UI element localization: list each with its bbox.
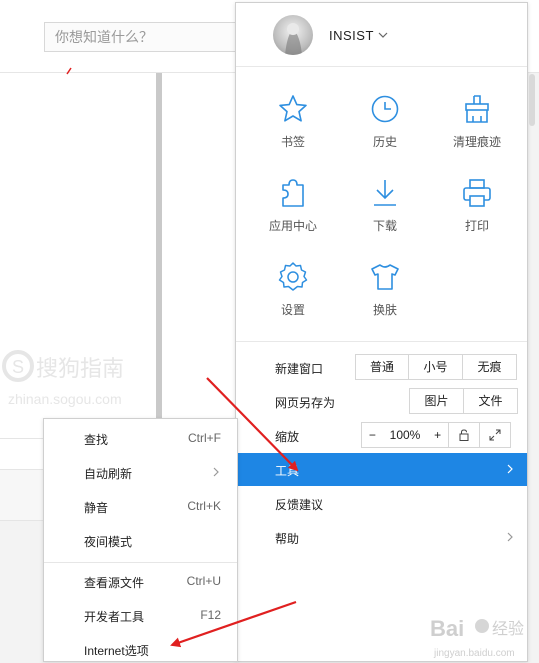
tshirt-icon xyxy=(371,264,399,290)
baidu-watermark: Bai 经验 jingyan.baidu.com xyxy=(430,616,524,659)
submenu-item-auto-refresh[interactable]: 自动刷新 xyxy=(44,456,237,486)
dev-tools-shortcut: F12 xyxy=(200,608,221,622)
history-button[interactable]: 历史 xyxy=(340,93,430,150)
tools-submenu: 查找 Ctrl+F 自动刷新 静音 Ctrl+K 夜间模式 查看源文件 Ctrl… xyxy=(43,418,238,662)
view-source-shortcut: Ctrl+U xyxy=(186,574,221,588)
menu-divider xyxy=(236,341,527,342)
submenu-item-find[interactable]: 查找 Ctrl+F xyxy=(44,422,237,452)
clear-traces-button[interactable]: 清理痕迹 xyxy=(432,93,522,150)
internet-options-label: Internet选项 xyxy=(84,644,149,658)
zoom-row: 缩放 − 100% + xyxy=(236,419,527,452)
sogou-watermark-text: 搜狗指南 xyxy=(36,357,124,382)
zoom-lock-button[interactable] xyxy=(448,423,479,447)
save-page-options: 图片 文件 xyxy=(409,388,518,414)
feedback-label: 反馈建议 xyxy=(275,498,324,512)
clock-icon xyxy=(371,95,399,123)
search-input[interactable]: 你想知道什么？ xyxy=(44,22,244,52)
avatar[interactable] xyxy=(273,15,313,55)
menu-item-feedback[interactable]: 反馈建议 xyxy=(236,487,527,520)
new-window-options: 普通 小号 无痕 xyxy=(355,354,517,380)
new-window-row: 新建窗口 普通 小号 无痕 xyxy=(236,351,527,384)
app-center-label: 应用中心 xyxy=(268,219,317,233)
baidu-watermark-cn: 经验 xyxy=(492,619,524,638)
submenu-item-internet-options[interactable]: Internet选项 xyxy=(44,633,237,663)
menu-item-help[interactable]: 帮助 xyxy=(236,521,527,554)
mute-shortcut: Ctrl+K xyxy=(187,499,221,513)
gear-icon xyxy=(278,262,308,291)
save-as-image-button[interactable]: 图片 xyxy=(410,389,463,413)
menu-item-tools[interactable]: 工具 xyxy=(236,453,527,486)
submenu-item-dev-tools[interactable]: 开发者工具 F12 xyxy=(44,599,237,629)
sogou-watermark-url: zhinan.sogou.com xyxy=(8,391,122,407)
lock-icon xyxy=(459,429,469,441)
chevron-right-icon xyxy=(213,467,219,477)
save-as-file-button[interactable]: 文件 xyxy=(463,389,517,413)
app-center-button[interactable]: 应用中心 xyxy=(248,177,338,234)
zoom-in-button[interactable]: + xyxy=(434,423,441,447)
expand-icon xyxy=(489,429,501,441)
zoom-label: 缩放 xyxy=(275,430,300,444)
star-icon xyxy=(279,95,307,122)
save-page-label: 网页另存为 xyxy=(275,396,336,410)
history-label: 历史 xyxy=(372,135,397,149)
fullscreen-button[interactable] xyxy=(479,423,510,447)
baidu-watermark-text: Bai xyxy=(430,616,464,641)
clear-traces-label: 清理痕迹 xyxy=(452,135,501,149)
bookmarks-label: 书签 xyxy=(280,135,305,149)
change-skin-label: 换肤 xyxy=(372,303,397,317)
auto-refresh-label: 自动刷新 xyxy=(84,467,133,481)
browser-main-menu: INSIST 书签 历史 清理痕迹 应用中心 下载 打印 设置 换肤 新建窗口 … xyxy=(235,2,528,662)
new-window-incognito-button[interactable]: 无痕 xyxy=(462,355,516,379)
baidu-watermark-url: jingyan.baidu.com xyxy=(433,648,515,659)
night-mode-label: 夜间模式 xyxy=(84,535,133,549)
zoom-stepper: − 100% + xyxy=(362,423,448,447)
downloads-button[interactable]: 下载 xyxy=(340,177,430,234)
broom-icon xyxy=(465,95,489,123)
scrollbar[interactable] xyxy=(529,74,535,126)
new-window-label: 新建窗口 xyxy=(275,362,324,376)
settings-label: 设置 xyxy=(280,303,305,317)
user-name[interactable]: INSIST xyxy=(329,28,374,43)
zoom-controls: − 100% + xyxy=(361,422,511,448)
download-icon xyxy=(374,180,396,206)
menu-divider xyxy=(236,66,527,67)
zoom-out-button[interactable]: − xyxy=(369,423,376,447)
submenu-divider xyxy=(44,562,237,563)
view-source-label: 查看源文件 xyxy=(84,576,145,590)
new-window-normal-button[interactable]: 普通 xyxy=(356,355,408,379)
save-page-row: 网页另存为 图片 文件 xyxy=(236,385,527,418)
printer-icon xyxy=(463,179,491,207)
print-label: 打印 xyxy=(464,219,489,233)
help-label: 帮助 xyxy=(275,532,300,546)
tools-label: 工具 xyxy=(275,464,300,478)
bookmarks-button[interactable]: 书签 xyxy=(248,93,338,150)
sogou-watermark: S 搜狗指南 zhinan.sogou.com xyxy=(2,350,124,407)
chevron-down-icon xyxy=(378,32,388,38)
puzzle-icon xyxy=(282,179,304,207)
svg-text:S: S xyxy=(12,357,24,377)
zoom-value: 100% xyxy=(389,428,421,442)
page-content-side xyxy=(162,73,235,418)
user-account[interactable]: INSIST xyxy=(273,14,388,56)
downloads-label: 下载 xyxy=(372,219,397,233)
print-button[interactable]: 打印 xyxy=(432,177,522,234)
dev-tools-label: 开发者工具 xyxy=(84,610,145,624)
submenu-item-mute[interactable]: 静音 Ctrl+K xyxy=(44,490,237,520)
chevron-right-icon xyxy=(507,464,513,474)
find-label: 查找 xyxy=(84,433,109,447)
change-skin-button[interactable]: 换肤 xyxy=(340,261,430,318)
new-window-small-button[interactable]: 小号 xyxy=(408,355,462,379)
find-shortcut: Ctrl+F xyxy=(188,431,221,445)
settings-button[interactable]: 设置 xyxy=(248,261,338,318)
submenu-item-night-mode[interactable]: 夜间模式 xyxy=(44,524,237,554)
submenu-item-view-source[interactable]: 查看源文件 Ctrl+U xyxy=(44,565,237,595)
chevron-right-icon xyxy=(507,532,513,542)
mute-label: 静音 xyxy=(84,501,109,515)
